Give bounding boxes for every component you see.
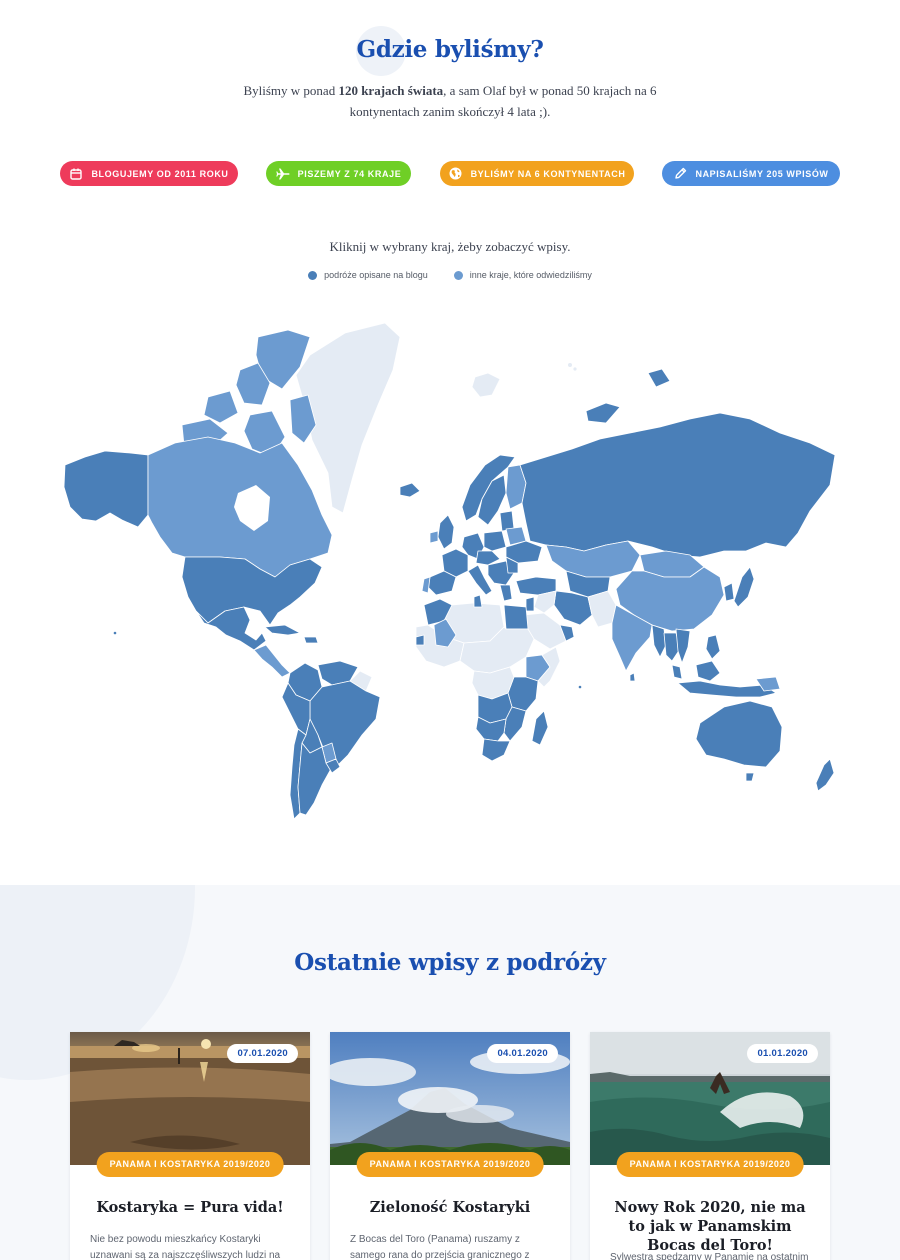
- country-russia-islands[interactable]: [585, 402, 621, 424]
- country-sri-lanka[interactable]: [629, 672, 636, 682]
- legend-dot: [308, 270, 318, 280]
- country-uk[interactable]: [437, 514, 455, 550]
- map-legend: podróże opisane na blogu inne kraje, któ…: [0, 270, 900, 280]
- post-excerpt: Sylwestra spędzamy w Panamie na ostatnim: [610, 1252, 809, 1260]
- country-russia-islands[interactable]: [647, 368, 671, 388]
- badge-continents[interactable]: Byliśmy na 6 kontynentach: [440, 161, 634, 186]
- post-category-badge[interactable]: Panama i Kostaryka 2019/2020: [96, 1152, 284, 1177]
- country-tunisia[interactable]: [473, 594, 483, 608]
- post-title[interactable]: Zieloność Kostaryki: [344, 1198, 556, 1217]
- country-spain[interactable]: [427, 570, 457, 596]
- post-category-badge[interactable]: Panama i Kostaryka 2019/2020: [616, 1152, 804, 1177]
- country-portugal[interactable]: [421, 576, 431, 594]
- post-excerpt: Nie bez powodu mieszkańcy Kostaryki uzna…: [90, 1234, 281, 1260]
- country-australia[interactable]: [695, 700, 783, 768]
- airplane-icon: [275, 167, 290, 181]
- calendar-icon: [69, 167, 83, 181]
- world-map-svg: [63, 322, 836, 820]
- post-card[interactable]: 07.01.2020 Panama i Kostaryka 2019/2020 …: [70, 1032, 310, 1260]
- country-south-africa[interactable]: [481, 738, 511, 762]
- post-title[interactable]: Nowy Rok 2020, nie ma to jak w Panamskim…: [604, 1198, 816, 1255]
- country-japan[interactable]: [733, 566, 755, 608]
- badge-blogging-since[interactable]: Blogujemy od 2011 roku: [60, 161, 238, 186]
- badge-label: Napisaliśmy 205 wpisów: [695, 168, 829, 179]
- post-title[interactable]: Kostaryka = Pura vida!: [84, 1198, 296, 1217]
- country-svalbard[interactable]: [471, 372, 501, 398]
- country-new-zealand[interactable]: [815, 758, 835, 792]
- post-date: 04.01.2020: [487, 1044, 558, 1063]
- badge-label: Piszemy z 74 kraje: [297, 168, 402, 179]
- country-poland[interactable]: [483, 530, 507, 552]
- country-senegal[interactable]: [415, 634, 425, 646]
- post-photo-ocean-jump[interactable]: 01.01.2020: [590, 1032, 830, 1165]
- country-central-america[interactable]: [253, 644, 291, 678]
- badge-countries-written[interactable]: Piszemy z 74 kraje: [266, 161, 411, 186]
- recent-posts-section: Ostatnie wpisy z podróży 07.01.2020 PANA…: [0, 885, 900, 1260]
- legend-item-described: podróże opisane na blogu: [308, 270, 428, 280]
- post-card[interactable]: 01.01.2020 Panama i Kostaryka 2019/2020 …: [590, 1032, 830, 1260]
- post-excerpt: Z Bocas del Toro (Panama) ruszamy z same…: [350, 1234, 530, 1260]
- country-canada-islands[interactable]: [203, 390, 239, 424]
- country-cuba[interactable]: [264, 624, 301, 636]
- map-hint: Kliknij w wybrany kraj, żeby zobaczyć wp…: [329, 239, 571, 254]
- stats-badges: Blogujemy od 2011 roku Piszemy z 74 kraj…: [0, 161, 900, 186]
- section-title: Gdzie byliśmy?: [356, 36, 544, 63]
- badge-label: Blogujemy od 2011 roku: [91, 168, 229, 179]
- country-afghanistan-pakistan[interactable]: [587, 590, 617, 628]
- country-usa-alaska[interactable]: [63, 450, 149, 528]
- legend-label: podróże opisane na blogu: [324, 270, 428, 280]
- country-greece[interactable]: [499, 584, 513, 602]
- globe-icon: [449, 167, 463, 181]
- badge-label: Byliśmy na 6 kontynentach: [470, 168, 626, 179]
- country-dominicana[interactable]: [303, 636, 319, 644]
- country-usa[interactable]: [181, 556, 323, 626]
- legend-dot: [453, 270, 463, 280]
- country-egypt[interactable]: [503, 604, 529, 630]
- post-date: 01.01.2020: [747, 1044, 818, 1063]
- post-card[interactable]: 04.01.2020 Panama i Kostaryka 2019/2020 …: [330, 1032, 570, 1260]
- country-russia[interactable]: [519, 412, 836, 558]
- country-vietnam[interactable]: [675, 628, 691, 664]
- country-ireland[interactable]: [429, 530, 439, 544]
- intro-highlight: 120 krajach świata: [338, 83, 444, 98]
- country-malaysia[interactable]: [671, 664, 683, 680]
- pencil-icon: [673, 167, 687, 181]
- intro-text: Byliśmy w ponad 120 krajach świata, a sa…: [243, 83, 657, 119]
- island-marker[interactable]: [578, 685, 582, 689]
- island-marker[interactable]: [568, 363, 572, 367]
- recent-posts-title: Ostatnie wpisy z podróży: [294, 949, 606, 976]
- legend-label: inne kraje, które odwiedziliśmy: [469, 270, 592, 280]
- post-category-badge[interactable]: Panama i Kostaryka 2019/2020: [356, 1152, 544, 1177]
- badge-posts-written[interactable]: Napisaliśmy 205 wpisów: [662, 161, 840, 186]
- country-madagascar[interactable]: [531, 710, 549, 746]
- island-marker[interactable]: [573, 367, 577, 371]
- island-marker[interactable]: [113, 631, 117, 635]
- where-we-were-section: Gdzie byliśmy? Byliśmy w ponad 120 kraja…: [0, 0, 900, 885]
- country-jordan-israel[interactable]: [525, 596, 535, 612]
- country-korea[interactable]: [723, 582, 735, 602]
- country-borneo[interactable]: [695, 660, 721, 682]
- country-myanmar[interactable]: [651, 624, 667, 658]
- world-map: [60, 315, 840, 825]
- country-philippines[interactable]: [705, 634, 721, 660]
- post-date: 07.01.2020: [227, 1044, 298, 1063]
- country-iceland[interactable]: [399, 482, 421, 498]
- post-photo-beach-sunset[interactable]: 07.01.2020: [70, 1032, 310, 1165]
- post-photo-volcano[interactable]: 04.01.2020: [330, 1032, 570, 1165]
- country-tasmania[interactable]: [745, 772, 755, 782]
- legend-item-visited: inne kraje, które odwiedziliśmy: [453, 270, 592, 280]
